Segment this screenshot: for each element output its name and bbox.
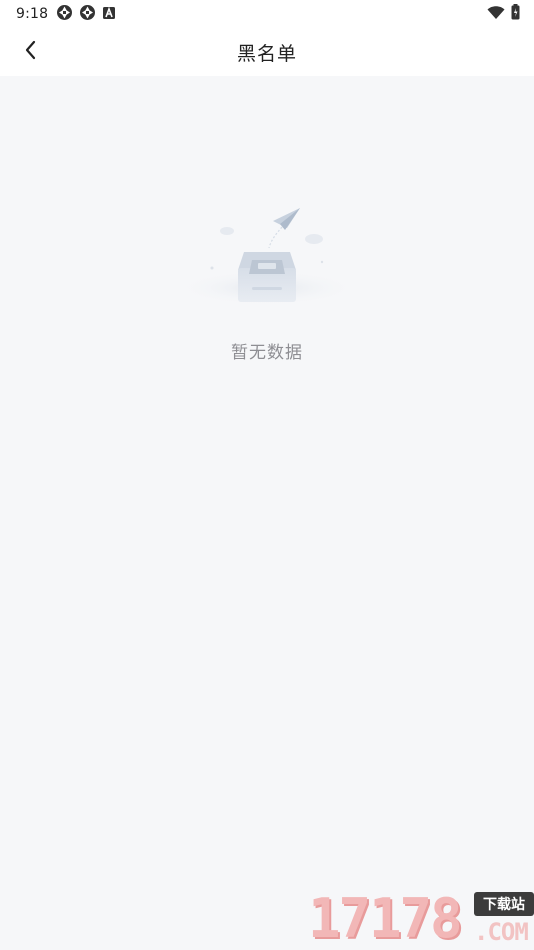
battery-icon xyxy=(511,4,520,24)
empty-inbox-illustration xyxy=(172,200,362,310)
watermark-digits: 17178 xyxy=(308,887,463,950)
wifi-icon xyxy=(487,5,505,24)
back-button[interactable] xyxy=(14,36,48,68)
status-bar: 9:18 xyxy=(0,0,534,28)
a-notification-icon xyxy=(102,5,116,24)
page-title: 黑名单 xyxy=(236,42,297,65)
empty-message: 暂无数据 xyxy=(231,343,303,363)
watermark-suffix: .COM xyxy=(474,918,529,946)
empty-state: 暂无数据 xyxy=(0,200,534,363)
status-left: 9:18 xyxy=(16,4,116,25)
status-right xyxy=(487,4,520,24)
screen: 9:18 黑名单 暂无数据 17178 下载站 .COM xyxy=(0,0,534,950)
aperture-icon xyxy=(56,4,73,25)
status-time: 9:18 xyxy=(16,6,49,22)
watermark-badge: 下载站 xyxy=(474,892,534,916)
status-icons-left xyxy=(56,4,116,25)
watermark-logo: 17178 下载站 .COM xyxy=(308,888,534,950)
aperture-icon xyxy=(79,4,96,25)
title-bar: 黑名单 xyxy=(0,28,534,76)
chevron-left-icon xyxy=(24,40,38,64)
